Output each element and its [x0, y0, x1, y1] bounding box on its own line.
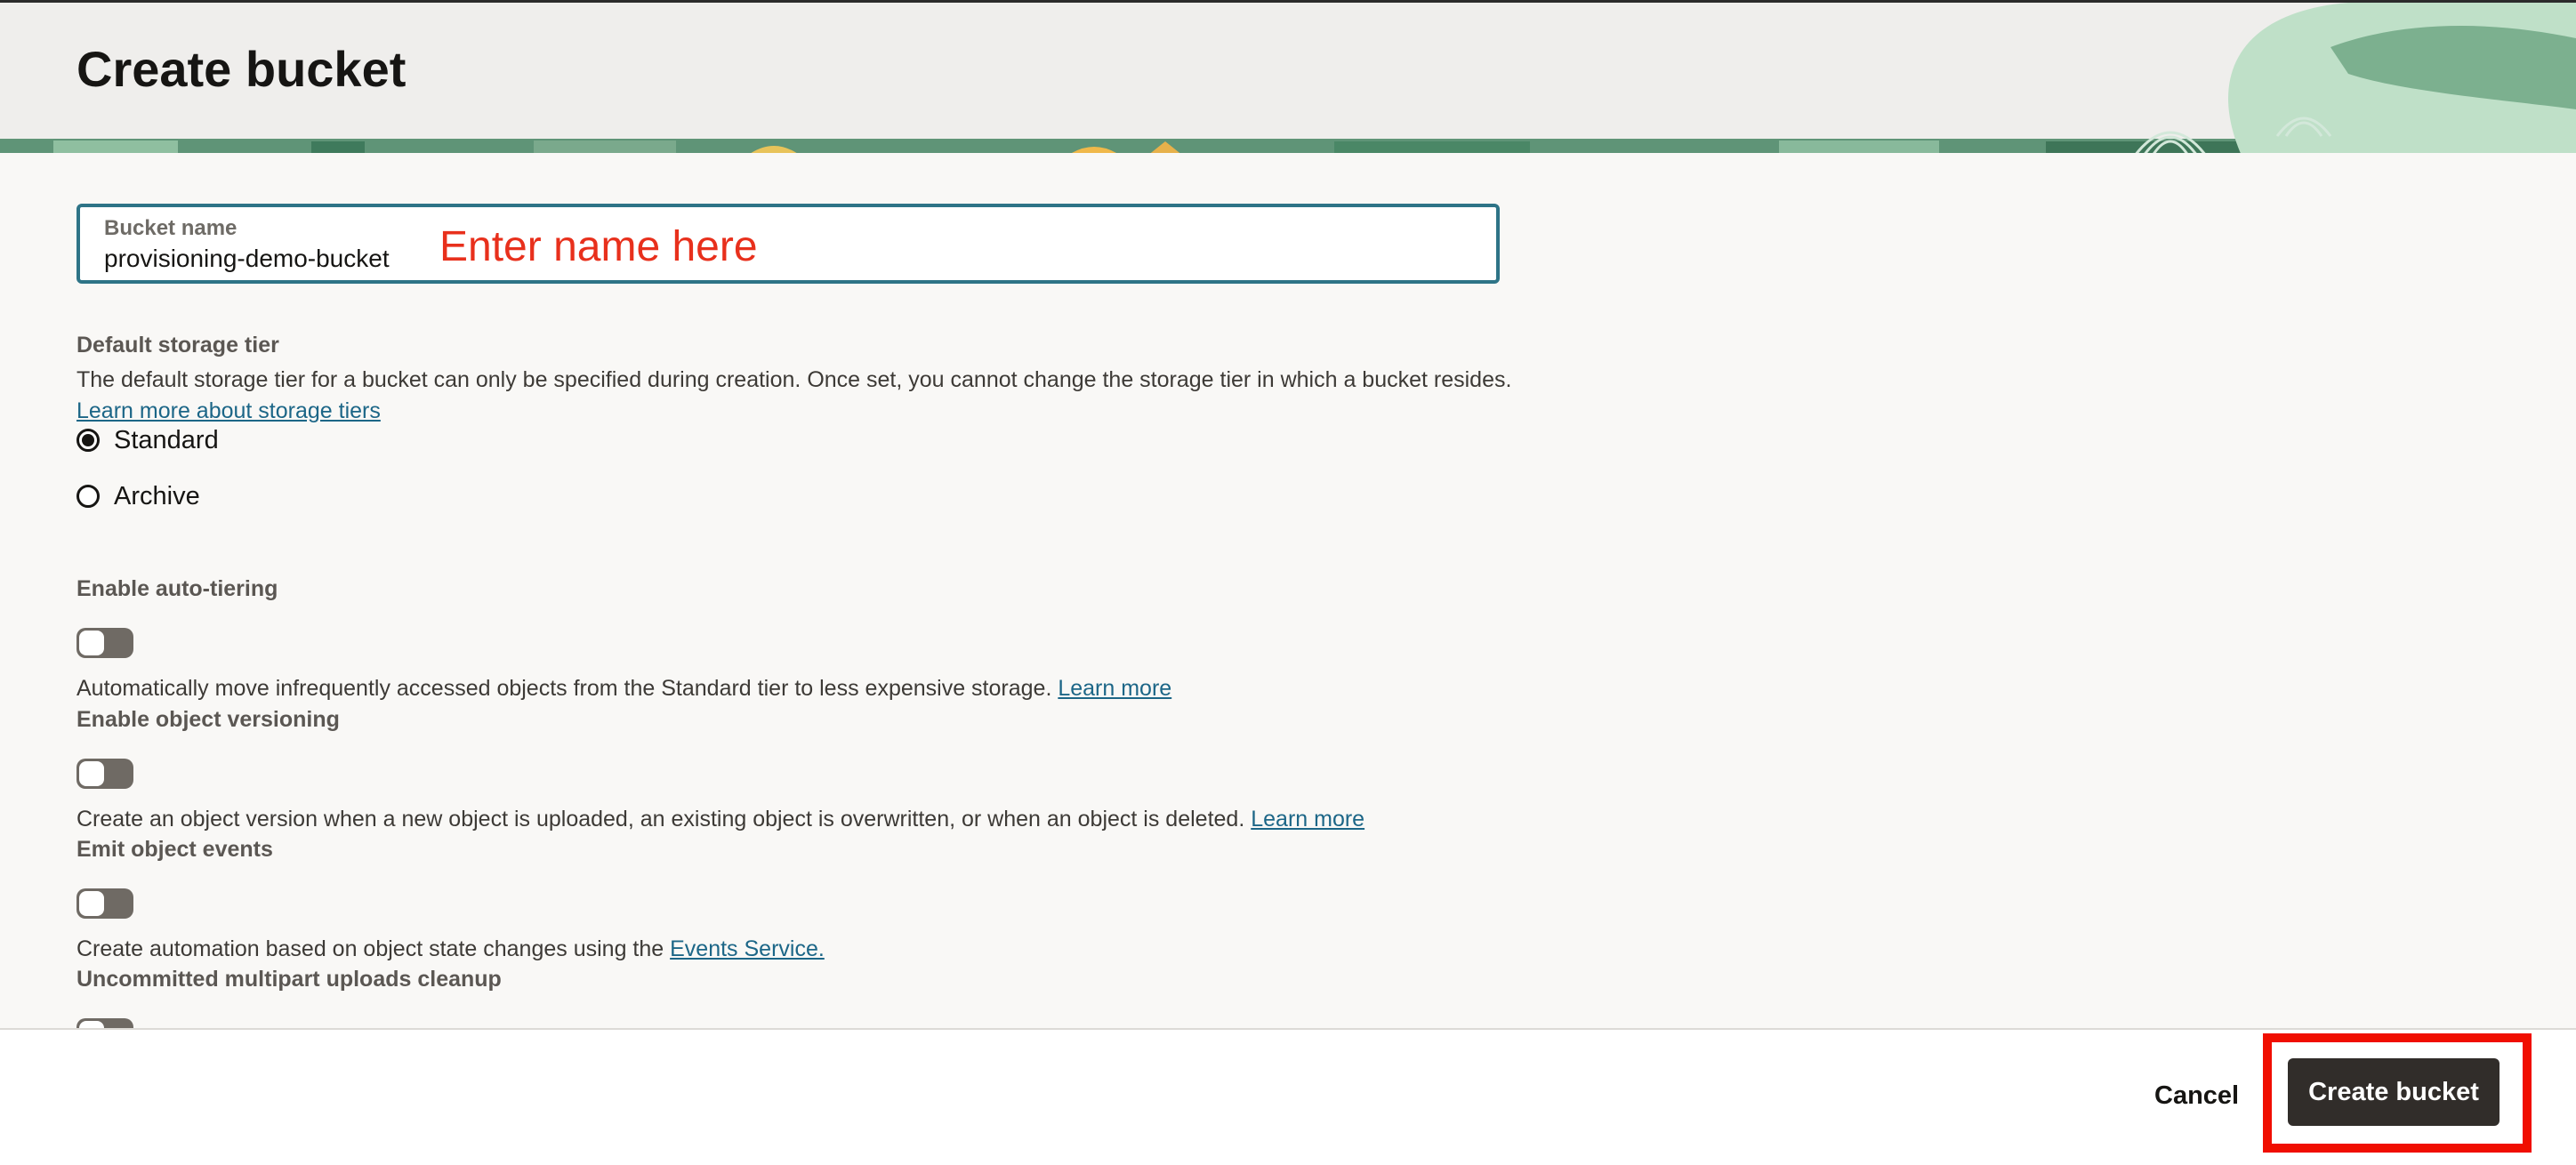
multipart-cleanup-title: Uncommitted multipart uploads cleanup	[76, 967, 502, 992]
create-bucket-button[interactable]: Create bucket	[2288, 1058, 2500, 1126]
auto-tiering-learn-more-link[interactable]: Learn more	[1058, 676, 1171, 701]
toggle-knob	[79, 891, 104, 916]
storage-tier-title: Default storage tier	[76, 333, 279, 358]
radio-selected-dot	[82, 434, 94, 446]
toggle-knob	[79, 631, 104, 655]
versioning-learn-more-link[interactable]: Learn more	[1251, 807, 1364, 832]
bucket-name-input[interactable]: provisioning-demo-bucket	[104, 245, 390, 273]
form-footer: Cancel Create bucket	[0, 1028, 2576, 1165]
object-events-title: Emit object events	[76, 837, 273, 862]
storage-tier-description: The default storage tier for a bucket ca…	[76, 367, 1512, 392]
auto-tiering-title: Enable auto-tiering	[76, 576, 278, 601]
page-title: Create bucket	[76, 41, 407, 97]
toggle-knob	[79, 761, 104, 786]
versioning-toggle[interactable]	[76, 759, 133, 789]
versioning-title: Enable object versioning	[76, 707, 340, 732]
auto-tiering-toggle[interactable]	[76, 628, 133, 658]
bucket-name-field[interactable]: Bucket name provisioning-demo-bucket	[76, 204, 1500, 284]
radio-standard-label: Standard	[114, 425, 219, 454]
cancel-button[interactable]: Cancel	[2135, 1073, 2258, 1119]
radio-standard[interactable]: Standard	[76, 422, 219, 458]
events-service-link[interactable]: Events Service.	[670, 936, 825, 961]
radio-archive-control[interactable]	[76, 485, 100, 508]
object-events-toggle[interactable]	[76, 888, 133, 919]
bucket-name-label: Bucket name	[104, 216, 237, 240]
radio-archive[interactable]: Archive	[76, 478, 200, 514]
page-header: Create bucket	[0, 0, 2576, 153]
versioning-description: Create an object version when a new obje…	[76, 807, 1245, 832]
radio-standard-control[interactable]	[76, 429, 100, 452]
radio-archive-label: Archive	[114, 481, 200, 510]
annotation-enter-name: Enter name here	[439, 223, 758, 270]
storage-tiers-learn-more-link[interactable]: Learn more about storage tiers	[76, 398, 381, 423]
object-events-description: Create automation based on object state …	[76, 936, 664, 961]
auto-tiering-description: Automatically move infrequently accessed…	[76, 676, 1052, 701]
create-bucket-form: Bucket name provisioning-demo-bucket Ent…	[0, 153, 2576, 1048]
